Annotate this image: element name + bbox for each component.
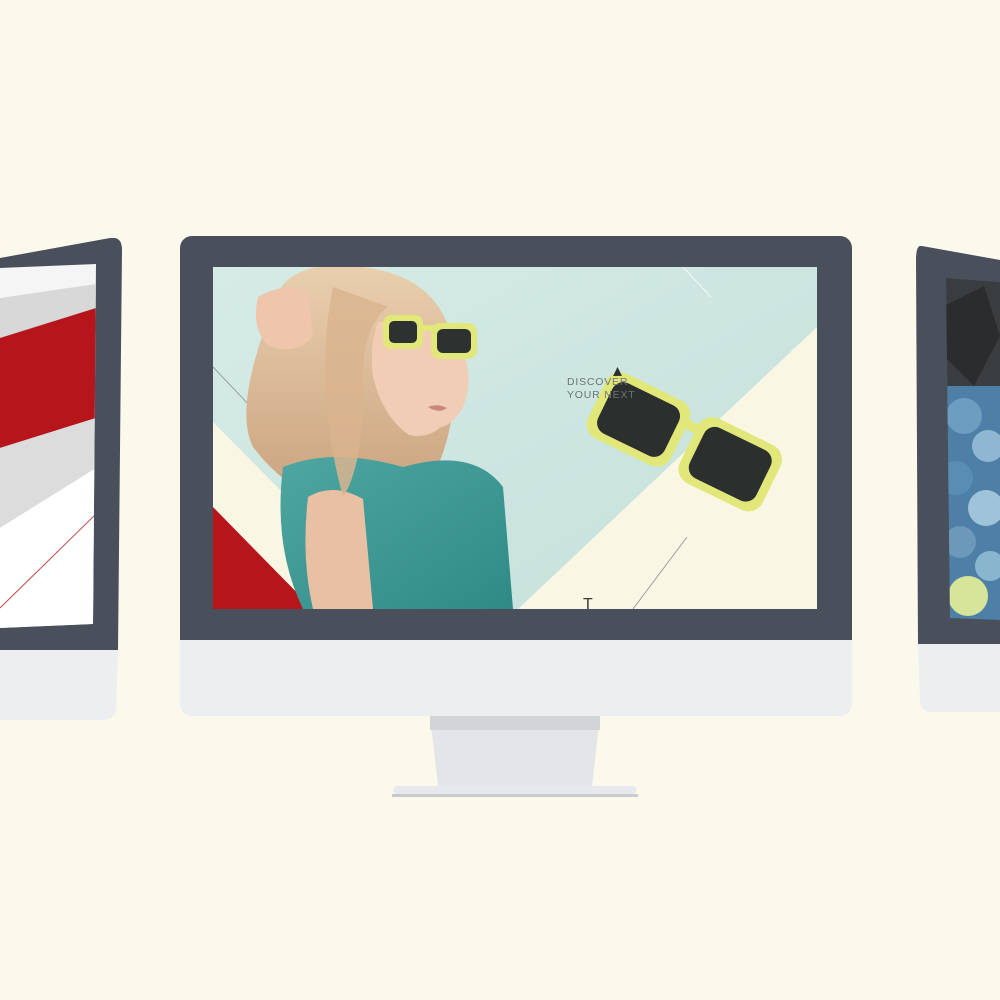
center-monitor-screen: T DISCOVER YOUR NEXT [213, 267, 817, 609]
mockup-scene: T DISCOVER YOUR NEXT [0, 0, 1000, 1000]
center-monitor: T DISCOVER YOUR NEXT [180, 236, 852, 798]
left-monitor-body [0, 238, 122, 720]
center-monitor-stand [430, 716, 600, 786]
hero-headline: DISCOVER YOUR NEXT [567, 376, 635, 402]
left-monitor-screen [0, 264, 96, 628]
right-monitor [914, 246, 1000, 716]
right-monitor-body [916, 246, 1000, 712]
headline-line-1: DISCOVER [567, 376, 629, 388]
hero-artwork: T [213, 267, 817, 609]
center-monitor-chin [180, 640, 852, 716]
left-monitor [0, 238, 124, 722]
headline-line-2: YOUR NEXT [567, 389, 636, 401]
center-monitor-foot [392, 786, 638, 797]
cropped-letter: T [583, 596, 593, 609]
